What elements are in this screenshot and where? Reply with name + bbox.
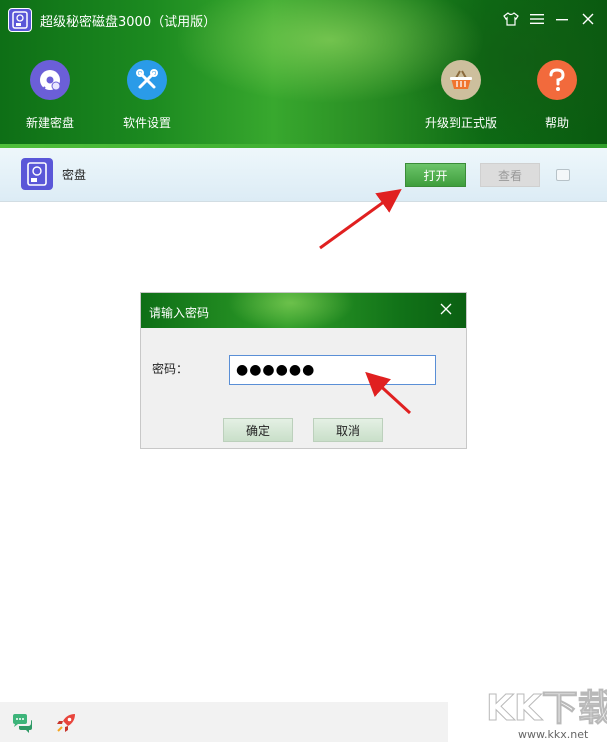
new-disk-button[interactable]: 新建密盘 [5, 60, 95, 131]
watermark-text: KK下载 [486, 688, 607, 729]
app-logo-icon [8, 8, 32, 32]
watermark-logo: KK下载 www.kkx.net [478, 678, 607, 742]
disk-options-icon[interactable] [556, 169, 570, 181]
upgrade-label: 升级到正式版 [424, 116, 497, 130]
new-disk-label: 新建密盘 [25, 116, 74, 130]
password-label: 密码： [152, 362, 189, 376]
app-title: 超级秘密磁盘3000（试用版） [40, 15, 217, 30]
dialog-close-icon[interactable] [438, 302, 454, 318]
status-bar [0, 702, 448, 742]
help-label: 帮助 [544, 116, 569, 130]
watermark-url: www.kkx.net [518, 728, 589, 741]
help-icon [537, 60, 577, 100]
upgrade-button[interactable]: 升级到正式版 [416, 60, 506, 131]
password-dialog: 请输入密码 密码： 确定 取消 [140, 292, 467, 449]
close-icon[interactable] [577, 8, 599, 30]
chat-icon[interactable] [11, 712, 33, 734]
disk-name: 密盘 [62, 168, 87, 182]
help-button[interactable]: 帮助 [512, 60, 602, 131]
title-bar: 超级秘密磁盘3000（试用版） 新建密盘 软件设置 升级到正式版 帮助 [0, 0, 607, 148]
password-input[interactable] [229, 355, 436, 385]
disk-list-item[interactable]: 密盘 打开 查看 [0, 148, 607, 202]
arrow-to-open-button [319, 188, 402, 250]
basket-icon [441, 60, 481, 100]
open-button[interactable]: 打开 [405, 163, 466, 187]
skin-icon[interactable] [500, 8, 522, 30]
cancel-button[interactable]: 取消 [313, 418, 383, 442]
dialog-title-bar: 请输入密码 [141, 293, 466, 328]
new-disk-icon [30, 60, 70, 100]
tools-icon [127, 60, 167, 100]
dialog-title: 请输入密码 [149, 306, 210, 320]
menu-icon[interactable] [526, 8, 548, 30]
ok-button[interactable]: 确定 [223, 418, 293, 442]
settings-button[interactable]: 软件设置 [102, 60, 192, 131]
minimize-icon[interactable] [551, 8, 573, 30]
disk-icon [21, 158, 53, 190]
settings-label: 软件设置 [122, 116, 171, 130]
rocket-icon[interactable] [55, 712, 77, 734]
view-button[interactable]: 查看 [480, 163, 540, 187]
